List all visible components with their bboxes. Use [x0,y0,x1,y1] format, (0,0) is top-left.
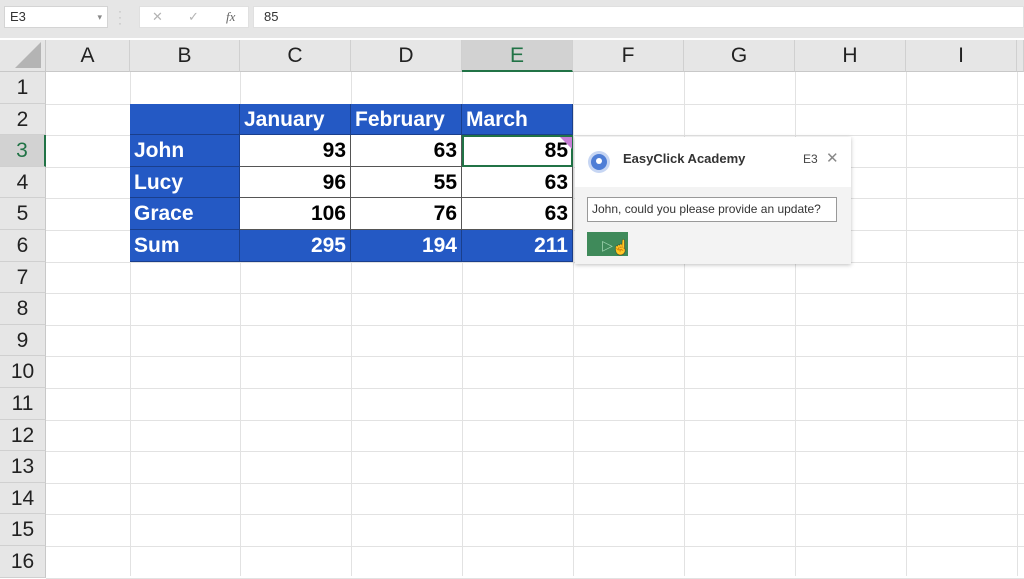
chevron-down-icon[interactable]: ▾ [97,7,102,27]
table-value-cell[interactable]: 63 [462,166,573,199]
comment-input[interactable]: John, could you please provide an update… [587,197,837,222]
row-header-13[interactable]: 13 [0,451,46,483]
row-header-16[interactable]: 16 [0,546,46,578]
column-header-d[interactable]: D [351,40,462,72]
gridline-horizontal [46,451,1024,453]
row-header-7[interactable]: 7 [0,261,46,294]
table-value-cell[interactable]: 55 [351,166,462,199]
gridline-horizontal [46,388,1024,389]
formula-buttons: ✕ ✓ fx [139,6,249,28]
comment-author: EasyClick Academy [623,151,746,166]
gridline-horizontal [46,356,1024,358]
column-header-b[interactable]: B [130,40,240,72]
column-header-c[interactable]: C [240,40,351,72]
formula-input[interactable]: 85 [253,6,1024,28]
drag-handle-icon[interactable]: · · · [118,5,122,29]
row-label-cell[interactable]: John [130,135,240,167]
table-header-cell[interactable] [130,103,240,136]
column-header-h[interactable]: H [795,40,906,72]
comment-cell-ref: E3 [803,152,818,166]
active-cell[interactable]: 85 [462,135,573,167]
name-box-value: E3 [10,9,26,24]
table-value-cell[interactable]: 96 [240,166,351,199]
gridline-horizontal [46,293,1024,295]
row-header-9[interactable]: 9 [0,324,46,357]
cancel-icon[interactable]: ✕ [152,9,163,25]
row-header-11[interactable]: 11 [0,388,46,420]
gridline-horizontal [46,419,1024,421]
user-avatar-icon [591,154,607,170]
table-value-cell[interactable]: 63 [462,198,573,230]
table-value-cell[interactable]: 106 [240,198,351,230]
comment-panel: EasyClick Academy E3 ✕ John, could you p… [575,137,851,264]
mouse-pointer-icon: ☝ [612,239,630,255]
table-header-cell[interactable]: February [351,103,462,136]
column-header-e[interactable]: E [462,40,573,72]
row-header-15[interactable]: 15 [0,514,46,546]
column-header-g[interactable]: G [684,40,795,72]
row-header-8[interactable]: 8 [0,293,46,325]
row-header-3[interactable]: 3 [0,135,46,167]
row-header-10[interactable]: 10 [0,356,46,388]
insert-function-icon[interactable]: fx [226,9,235,25]
gridline-horizontal [46,261,1024,263]
row-label-cell[interactable]: Grace [130,198,240,230]
table-header-cell[interactable]: March [462,103,573,136]
gridline-horizontal [46,514,1024,516]
gridline-horizontal [46,577,1024,579]
gridline-horizontal [46,482,1024,484]
row-label-cell[interactable]: Lucy [130,166,240,199]
column-header-a[interactable]: A [46,40,130,72]
table-header-cell[interactable]: January [240,103,351,136]
table-value-cell[interactable]: 93 [240,135,351,167]
sum-value-cell[interactable]: 194 [351,230,462,262]
close-icon[interactable]: ✕ [826,149,839,167]
table-value-cell[interactable]: 76 [351,198,462,230]
column-header-i[interactable]: I [906,40,1017,72]
gridline-horizontal [46,546,1024,547]
gridline-horizontal [46,324,1024,326]
column-header-f[interactable]: F [573,40,684,72]
formula-bar: E3 ▾ · · · ✕ ✓ fx 85 [0,0,1024,38]
row-header-6[interactable]: 6 [0,230,46,262]
row-header-14[interactable]: 14 [0,482,46,515]
enter-icon[interactable]: ✓ [188,9,199,25]
sum-label-cell[interactable]: Sum [130,230,240,262]
column-header-partial[interactable] [1017,40,1024,72]
row-header-4[interactable]: 4 [0,166,46,199]
select-all-triangle-icon [15,42,41,68]
select-all-button[interactable] [0,40,46,72]
name-box[interactable]: E3 ▾ [4,6,108,28]
sum-value-cell[interactable]: 211 [462,230,573,262]
row-header-5[interactable]: 5 [0,198,46,230]
row-header-12[interactable]: 12 [0,419,46,452]
row-header-1[interactable]: 1 [0,72,46,104]
row-header-2[interactable]: 2 [0,103,46,136]
sum-value-cell[interactable]: 295 [240,230,351,262]
table-value-cell[interactable]: 63 [351,135,462,167]
